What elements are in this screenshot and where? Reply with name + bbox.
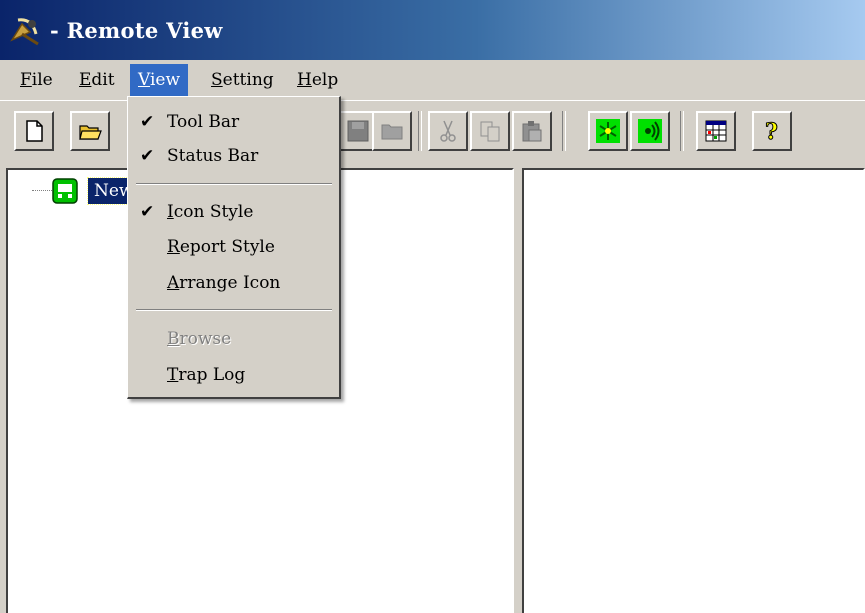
list-pane[interactable] [522, 168, 865, 613]
folder-button[interactable] [372, 111, 412, 151]
green-signal-icon [638, 119, 662, 143]
menu-item-status-bar[interactable]: ✔ Status Bar [128, 140, 338, 172]
table-button[interactable] [696, 111, 736, 151]
menu-file[interactable]: File [12, 64, 61, 96]
menu-item-report-style[interactable]: Report Style [128, 231, 338, 263]
menu-edit[interactable]: Edit [71, 64, 123, 96]
menu-item-arrange-icon[interactable]: Arrange Icon [128, 267, 338, 299]
checkmark-icon: ✔ [140, 112, 155, 132]
new-button[interactable] [14, 111, 54, 151]
menu-setting[interactable]: Setting [203, 64, 282, 96]
open-button[interactable] [70, 111, 110, 151]
paste-icon [522, 121, 542, 142]
menu-help[interactable]: Help [289, 64, 346, 96]
toolbar-separator [680, 111, 684, 151]
svg-text:?: ? [765, 119, 778, 143]
help-question-icon: ? [765, 119, 779, 143]
copy-icon [480, 121, 500, 142]
menu-item-icon-style[interactable]: ✔ Icon Style [128, 196, 338, 228]
new-document-icon [26, 120, 43, 142]
signal-button[interactable] [630, 111, 670, 151]
window-title: - Remote View [50, 18, 223, 43]
menu-item-trap-log[interactable]: Trap Log [128, 359, 338, 391]
menu-view[interactable]: View [130, 64, 189, 96]
table-grid-icon [705, 120, 727, 142]
green-snowflake-icon [596, 119, 620, 143]
menu-separator [136, 183, 332, 185]
help-button[interactable]: ? [752, 111, 792, 151]
copy-button[interactable] [470, 111, 510, 151]
folder-icon [381, 124, 403, 140]
menu-bar: File Edit View Setting Help [0, 60, 865, 100]
cut-icon [440, 120, 456, 142]
toolbar-separator [562, 111, 566, 151]
menu-separator [136, 309, 332, 311]
paste-button[interactable] [512, 111, 552, 151]
satellite-dish-icon [10, 18, 39, 46]
tree-connector [32, 190, 52, 191]
network-node-icon [52, 178, 78, 204]
open-folder-icon [79, 125, 102, 140]
view-menu-dropdown: ✔ Tool Bar ✔ Status Bar ✔ Icon Style Rep… [127, 96, 341, 399]
snowflake-button[interactable] [588, 111, 628, 151]
cut-button[interactable] [428, 111, 468, 151]
title-bar[interactable]: - Remote View [0, 0, 865, 60]
toolbar-separator [418, 111, 422, 151]
menu-item-browse: Browse [167, 329, 232, 349]
save-icon [347, 120, 369, 142]
checkmark-icon: ✔ [140, 202, 155, 222]
menu-item-tool-bar[interactable]: ✔ Tool Bar [128, 106, 338, 138]
checkmark-icon: ✔ [140, 146, 155, 166]
